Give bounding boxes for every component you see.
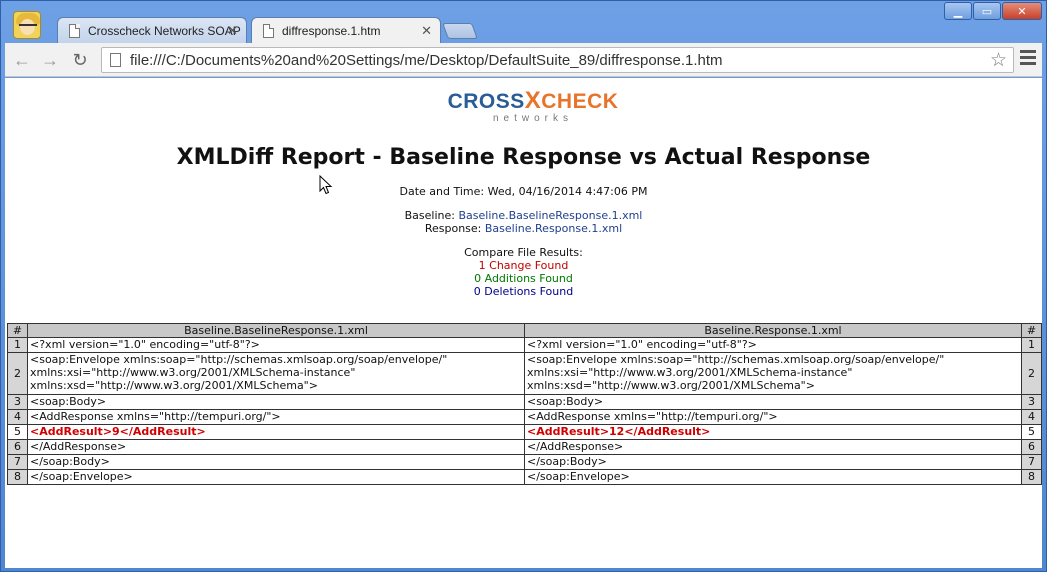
- address-text: file:///C:/Documents%20and%20Settings/me…: [130, 52, 723, 69]
- page-viewport: CROSSXCHECK networks XMLDiff Report - Ba…: [5, 78, 1042, 568]
- crosscheck-logo: CROSSXCHECK networks: [447, 87, 619, 124]
- table-row: 1 <?xml version="1.0" encoding="utf-8"?>…: [7, 337, 1042, 353]
- changes-found: 1 Change Found: [478, 259, 569, 272]
- table-row: 2 <soap:Envelope xmlns:soap="http://sche…: [7, 352, 1042, 395]
- maximize-button[interactable]: ▭: [973, 2, 1001, 20]
- tab-crosscheck-soap[interactable]: Crosscheck Networks SOAP ✕: [57, 17, 247, 43]
- window-controls: ▁ ▭ ✕: [943, 2, 1042, 20]
- address-bar[interactable]: file:///C:/Documents%20and%20Settings/me…: [101, 47, 1014, 73]
- close-icon[interactable]: ✕: [227, 23, 238, 39]
- new-tab-button[interactable]: [442, 23, 478, 39]
- user-avatar-icon[interactable]: [13, 11, 41, 39]
- reload-icon[interactable]: ↻: [69, 49, 91, 71]
- close-icon[interactable]: ✕: [421, 23, 432, 39]
- report-title: XMLDiff Report - Baseline Response vs Ac…: [176, 145, 871, 170]
- response-column-header: Baseline.Response.1.xml: [524, 323, 1022, 338]
- back-arrow-icon[interactable]: ←: [11, 49, 33, 71]
- diff-table: # Baseline.BaselineResponse.1.xml Baseli…: [7, 323, 1042, 485]
- forward-arrow-icon[interactable]: →: [39, 49, 61, 71]
- browser-window: Crosscheck Networks SOAP ✕ diffresponse.…: [0, 0, 1047, 572]
- line-number-header: #: [1021, 323, 1042, 338]
- table-row-changed: 5 <AddResult>9</AddResult> <AddResult>12…: [7, 424, 1042, 440]
- table-row: 3 <soap:Body> <soap:Body> 3: [7, 394, 1042, 410]
- deletions-found: 0 Deletions Found: [473, 285, 574, 298]
- baseline-file-link[interactable]: Baseline.BaselineResponse.1.xml: [458, 209, 642, 222]
- page-icon: [110, 53, 121, 67]
- baseline-line: Baseline: Baseline.BaselineResponse.1.xm…: [404, 209, 643, 222]
- compare-results-label: Compare File Results:: [464, 246, 583, 259]
- page-icon: [69, 24, 80, 38]
- window-close-button[interactable]: ✕: [1002, 2, 1042, 20]
- table-row: 6 </AddResponse> </AddResponse> 6: [7, 439, 1042, 455]
- table-row: 4 <AddResponse xmlns="http://tempuri.org…: [7, 409, 1042, 425]
- additions-found: 0 Additions Found: [474, 272, 573, 285]
- page-icon: [263, 24, 274, 38]
- browser-toolbar: ← → ↻ file:///C:/Documents%20and%20Setti…: [5, 43, 1042, 77]
- diff-header-row: # Baseline.BaselineResponse.1.xml Baseli…: [7, 323, 1042, 338]
- line-number-header: #: [7, 323, 28, 338]
- tab-strip: Crosscheck Networks SOAP ✕ diffresponse.…: [1, 1, 1047, 43]
- report-datetime: Date and Time: Wed, 04/16/2014 4:47:06 P…: [399, 185, 648, 198]
- tab-label: diffresponse.1.htm: [282, 23, 381, 38]
- menu-icon[interactable]: [1020, 50, 1036, 68]
- response-file-link[interactable]: Baseline.Response.1.xml: [485, 222, 622, 235]
- table-row: 8 </soap:Envelope> </soap:Envelope> 8: [7, 469, 1042, 485]
- baseline-column-header: Baseline.BaselineResponse.1.xml: [27, 323, 525, 338]
- tab-label: Crosscheck Networks SOAP: [88, 23, 241, 38]
- table-row: 7 </soap:Body> </soap:Body> 7: [7, 454, 1042, 470]
- tab-diffresponse[interactable]: diffresponse.1.htm ✕: [251, 17, 441, 43]
- response-line: Response: Baseline.Response.1.xml: [424, 222, 623, 235]
- bookmark-star-icon[interactable]: ☆: [990, 49, 1007, 72]
- minimize-button[interactable]: ▁: [944, 2, 972, 20]
